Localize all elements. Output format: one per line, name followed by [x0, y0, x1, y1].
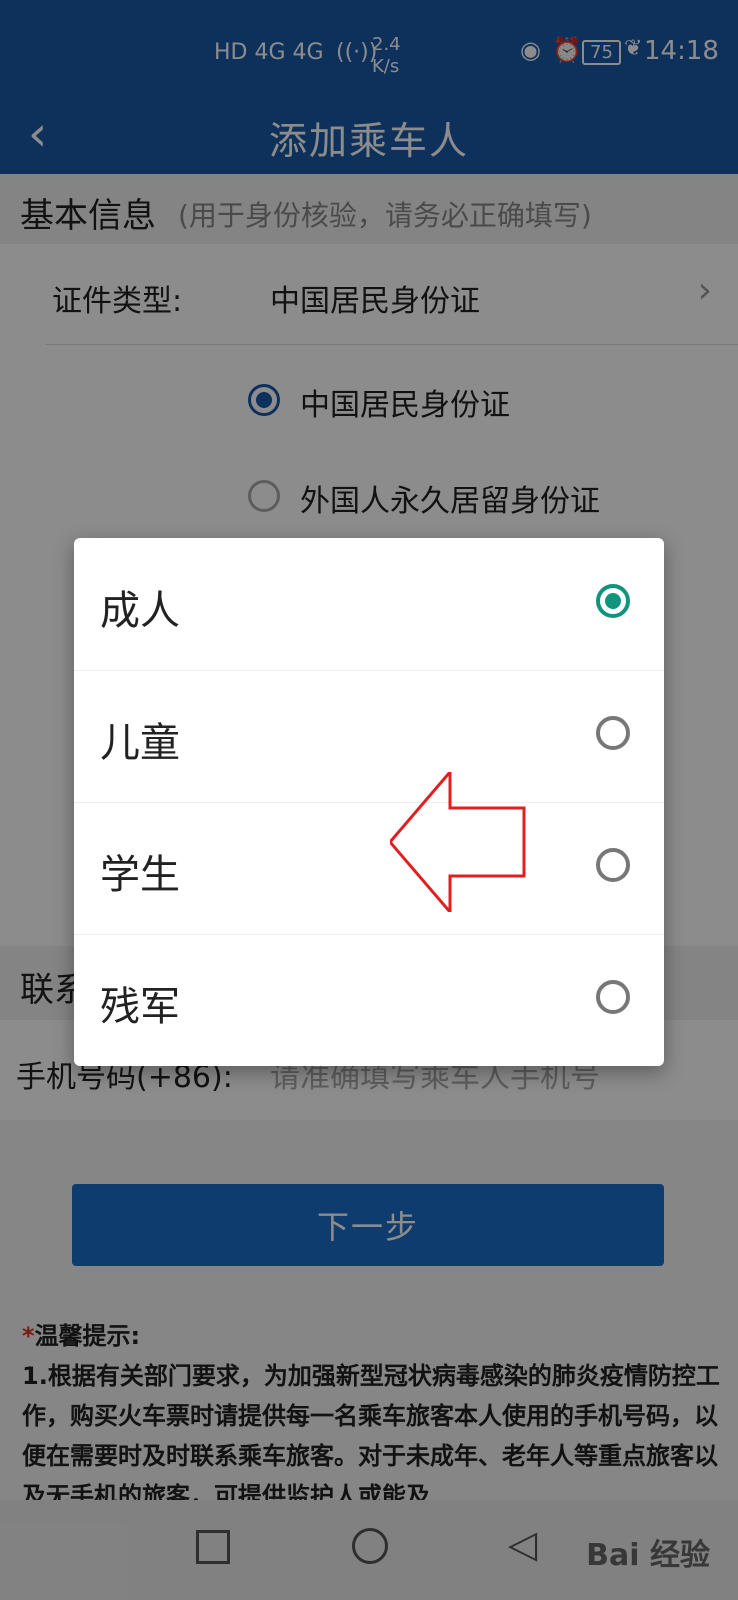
radio-unselected-icon[interactable] [596, 980, 630, 1014]
dialog-option-adult[interactable]: 成人 [74, 538, 664, 671]
radio-selected-icon[interactable] [596, 584, 630, 618]
annotation-arrow-icon [390, 772, 526, 912]
dialog-option-disabled-military[interactable]: 残军 [74, 934, 664, 1066]
radio-unselected-icon[interactable] [596, 716, 630, 750]
passenger-type-dialog: 成人 儿童 学生 残军 [74, 538, 664, 1066]
option-label: 学生 [100, 852, 180, 898]
radio-unselected-icon[interactable] [596, 848, 630, 882]
option-label: 成人 [100, 588, 180, 634]
option-label: 残军 [100, 984, 180, 1030]
option-label: 儿童 [100, 720, 180, 766]
dialog-option-child[interactable]: 儿童 [74, 670, 664, 803]
dialog-option-student[interactable]: 学生 [74, 802, 664, 935]
